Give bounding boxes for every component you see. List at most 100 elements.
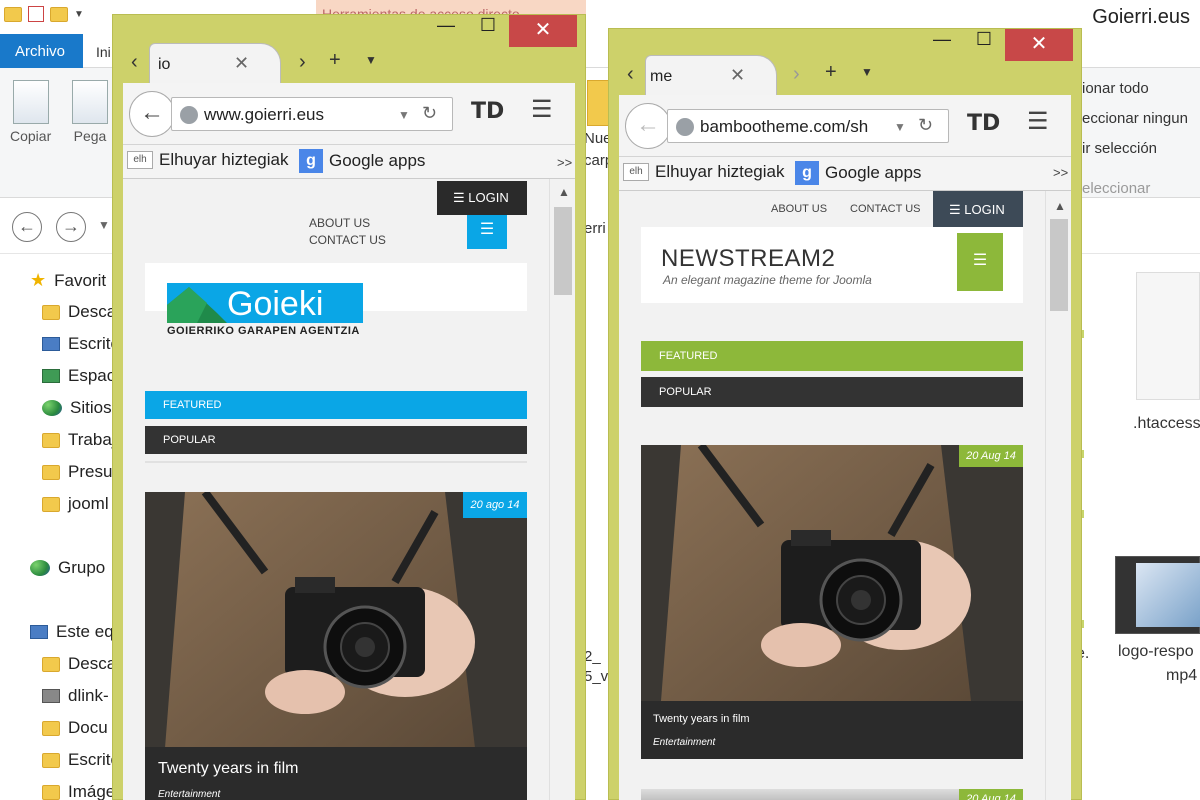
tree-item-escritorio-2[interactable]: Escrito xyxy=(42,750,120,770)
login-button[interactable]: ☰ LOGIN xyxy=(933,191,1023,227)
post-caption[interactable]: Twenty years in film Entertainment xyxy=(641,701,1023,759)
login-button[interactable]: ☰ LOGIN xyxy=(437,181,527,215)
post-title[interactable]: Twenty years in film xyxy=(653,713,750,725)
tab-scroll-right-icon[interactable]: › xyxy=(793,63,800,86)
scroll-up-icon[interactable]: ▲ xyxy=(1054,199,1066,213)
about-us-link[interactable]: ABOUT US xyxy=(771,203,827,215)
select-all-item[interactable]: ionar todo xyxy=(1082,80,1149,97)
scroll-thumb[interactable] xyxy=(554,207,572,295)
select-none-item[interactable]: eccionar ningun xyxy=(1082,110,1188,127)
post-image[interactable]: 20 ago 14 xyxy=(145,492,527,748)
tab-goierri[interactable]: io ✕ xyxy=(149,43,281,83)
customize-chevron-icon[interactable]: ▼ xyxy=(74,9,84,20)
tab-scroll-left-icon[interactable]: ‹ xyxy=(131,51,138,74)
vertical-scrollbar[interactable]: ▲ xyxy=(549,179,575,800)
video-file-thumbnail[interactable] xyxy=(1115,556,1200,634)
tree-item-escritorio[interactable]: Escrito xyxy=(42,334,120,354)
tree-item-label: Presu xyxy=(68,462,113,481)
htaccess-file-icon[interactable] xyxy=(1136,272,1200,400)
bookmarks-overflow-chevron[interactable]: >> xyxy=(557,155,572,170)
bookmarks-overflow-chevron[interactable]: >> xyxy=(1053,165,1068,180)
tree-item-grupo[interactable]: Grupo xyxy=(30,558,105,578)
tab-close-icon[interactable]: ✕ xyxy=(234,53,249,74)
site-logo-area[interactable]: Goieki GOIERRIKO GARAPEN AGENTZIA xyxy=(145,263,527,337)
td-extension-icon[interactable]: TD xyxy=(967,111,1000,136)
hamburger-menu-icon[interactable]: ☰ xyxy=(1027,107,1049,136)
invert-selection-item[interactable]: ir selección xyxy=(1082,140,1157,157)
explorer-forward-button[interactable]: → xyxy=(56,212,86,242)
back-button[interactable]: ← xyxy=(625,103,671,149)
featured-tab[interactable]: FEATURED xyxy=(145,391,527,419)
folder-icon[interactable] xyxy=(4,6,22,22)
post-title[interactable]: Twenty years in film xyxy=(158,760,298,778)
tree-item-este-equipo[interactable]: Este eq xyxy=(30,622,114,642)
tree-item-presupuestos[interactable]: Presu xyxy=(42,462,112,482)
bookmark-elhuyar[interactable]: elh Elhuyar hiztegiak xyxy=(127,150,288,170)
featured-tab[interactable]: FEATURED xyxy=(641,341,1023,371)
minimize-button[interactable]: — xyxy=(431,15,461,47)
tree-item-joomla[interactable]: jooml xyxy=(42,494,109,514)
url-history-chevron-icon[interactable]: ▼ xyxy=(398,108,410,122)
post-category[interactable]: Entertainment xyxy=(653,737,715,748)
bookmark-elhuyar[interactable]: elh Elhuyar hiztegiak xyxy=(623,162,784,182)
tab-archivo[interactable]: Archivo xyxy=(0,34,83,68)
url-history-chevron-icon[interactable]: ▼ xyxy=(894,120,906,134)
tree-item-sitios[interactable]: Sitios xyxy=(42,398,112,418)
new-folder-ribbon-icon[interactable] xyxy=(587,80,609,126)
site-title[interactable]: NEWSTREAM2 xyxy=(661,245,835,273)
tab-list-chevron-icon[interactable]: ▼ xyxy=(861,65,873,79)
tab-scroll-left-icon[interactable]: ‹ xyxy=(627,63,634,86)
tree-item-favoritos[interactable]: ★ Favorit xyxy=(30,270,106,291)
file-label-logo-respo[interactable]: logo-respo xyxy=(1118,643,1194,661)
tree-item-espacios[interactable]: Espac xyxy=(42,366,115,386)
post-caption[interactable]: Twenty years in film Entertainment xyxy=(145,747,527,800)
new-tab-icon[interactable]: + xyxy=(825,61,837,84)
reload-icon[interactable]: ↻ xyxy=(918,115,933,136)
tree-item-documentos[interactable]: Docu xyxy=(42,718,108,738)
tab-list-chevron-icon[interactable]: ▼ xyxy=(365,53,377,67)
recent-locations-chevron-icon[interactable]: ▼ xyxy=(98,218,110,232)
file-label-htaccess[interactable]: .htaccess xyxy=(1133,415,1200,433)
explorer-back-button[interactable]: ← xyxy=(12,212,42,242)
vertical-scrollbar[interactable]: ▲ xyxy=(1045,191,1071,800)
tree-item-descargas[interactable]: Desca xyxy=(42,302,116,322)
tab-scroll-right-icon[interactable]: › xyxy=(299,51,306,74)
new-folder-icon[interactable] xyxy=(50,6,68,22)
popular-tab[interactable]: POPULAR xyxy=(145,426,527,454)
tree-item-descargas-2[interactable]: Desca xyxy=(42,654,116,674)
tab-inicio[interactable]: Ini xyxy=(96,44,111,60)
tab-bambootheme[interactable]: me ✕ xyxy=(645,55,777,95)
bookmark-google-apps[interactable]: g Google apps xyxy=(299,149,425,173)
hamburger-menu-icon[interactable]: ☰ xyxy=(531,95,553,124)
url-bar[interactable]: www.goierri.eus ▼ ↻ xyxy=(171,97,453,131)
contact-us-link[interactable]: CONTACT US xyxy=(850,203,921,215)
post-category[interactable]: Entertainment xyxy=(158,789,220,800)
close-button[interactable]: ✕ xyxy=(1005,29,1073,61)
reload-icon[interactable]: ↻ xyxy=(422,103,437,124)
properties-icon[interactable] xyxy=(28,6,44,22)
copy-button[interactable]: Copiar xyxy=(10,80,51,144)
back-button[interactable]: ← xyxy=(129,91,175,137)
tree-item-trabajo[interactable]: Trabaj xyxy=(42,430,116,450)
url-bar[interactable]: bambootheme.com/sh ▼ ↻ xyxy=(667,109,949,143)
maximize-button[interactable]: ☐ xyxy=(473,15,503,47)
tab-close-icon[interactable]: ✕ xyxy=(730,65,745,86)
minimize-button[interactable]: — xyxy=(927,29,957,61)
td-extension-icon[interactable]: TD xyxy=(471,99,504,124)
bookmark-google-apps[interactable]: g Google apps xyxy=(795,161,921,185)
scroll-up-icon[interactable]: ▲ xyxy=(558,185,570,199)
scroll-thumb[interactable] xyxy=(1050,219,1068,311)
tree-item-dlink[interactable]: dlink- xyxy=(42,686,109,706)
mobile-menu-button[interactable]: ☰ xyxy=(467,215,507,249)
next-post-image[interactable]: 20 Aug 14 xyxy=(641,789,1023,800)
new-tab-icon[interactable]: + xyxy=(329,49,341,72)
popular-tab[interactable]: POPULAR xyxy=(641,377,1023,407)
contact-us-link[interactable]: CONTACT US xyxy=(309,233,386,247)
close-button[interactable]: ✕ xyxy=(509,15,577,47)
maximize-button[interactable]: ☐ xyxy=(969,29,999,61)
about-us-link[interactable]: ABOUT US xyxy=(309,216,370,230)
tree-item-imagenes[interactable]: Imáge xyxy=(42,782,115,800)
paste-button[interactable]: Pega xyxy=(72,80,108,144)
post-image[interactable]: 20 Aug 14 xyxy=(641,445,1023,701)
mobile-menu-button[interactable]: ☰ xyxy=(957,233,1003,291)
